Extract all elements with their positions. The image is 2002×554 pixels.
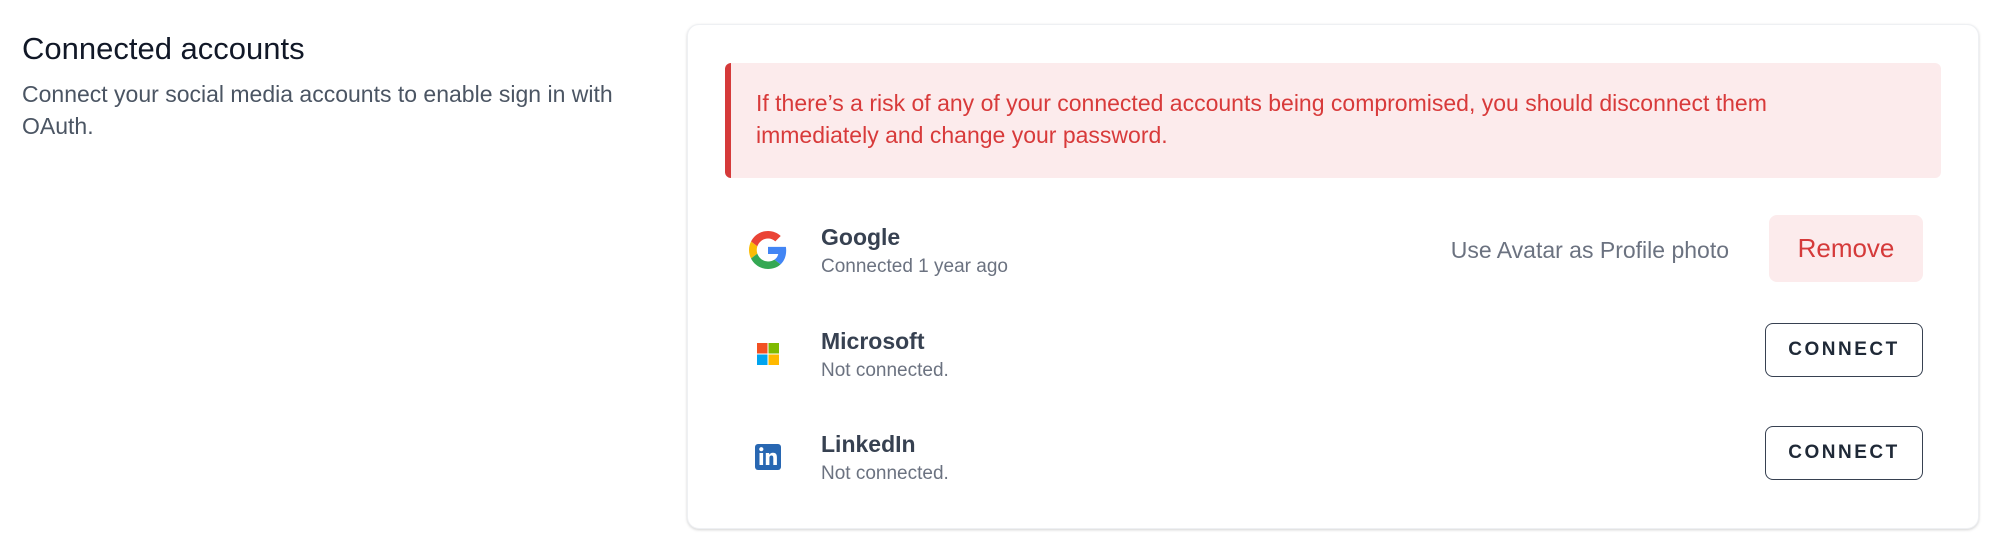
provider-status: Not connected. xyxy=(821,463,949,484)
connected-accounts-page: Connected accounts Connect your social m… xyxy=(0,0,2002,554)
section-title: Connected accounts xyxy=(22,31,305,66)
use-avatar-link[interactable]: Use Avatar as Profile photo xyxy=(1451,235,1729,265)
provider-name: Google xyxy=(821,224,901,250)
linkedin-icon xyxy=(749,438,787,476)
microsoft-icon xyxy=(749,335,787,373)
connect-microsoft-button[interactable]: CONNECT xyxy=(1765,323,1923,377)
provider-status: Not connected. xyxy=(821,360,949,381)
google-icon xyxy=(749,231,787,269)
connected-accounts-card: If there’s a risk of any of your connect… xyxy=(687,24,1979,529)
connect-linkedin-button[interactable]: CONNECT xyxy=(1765,426,1923,480)
security-alert: If there’s a risk of any of your connect… xyxy=(725,63,1941,178)
section-description: Connect your social media accounts to en… xyxy=(22,81,613,139)
account-row-microsoft: Microsoft Not connected. CONNECT xyxy=(725,319,1941,389)
account-row-linkedin: LinkedIn Not connected. CONNECT xyxy=(725,422,1941,492)
security-alert-text: If there’s a risk of any of your connect… xyxy=(756,90,1767,148)
provider-status: Connected 1 year ago xyxy=(821,256,1008,277)
section-intro: Connected accounts Connect your social m… xyxy=(22,30,662,142)
provider-name: Microsoft xyxy=(821,328,925,354)
account-row-google: Google Connected 1 year ago Use Avatar a… xyxy=(725,215,1941,285)
remove-google-button[interactable]: Remove xyxy=(1769,215,1923,282)
provider-name: LinkedIn xyxy=(821,431,916,457)
